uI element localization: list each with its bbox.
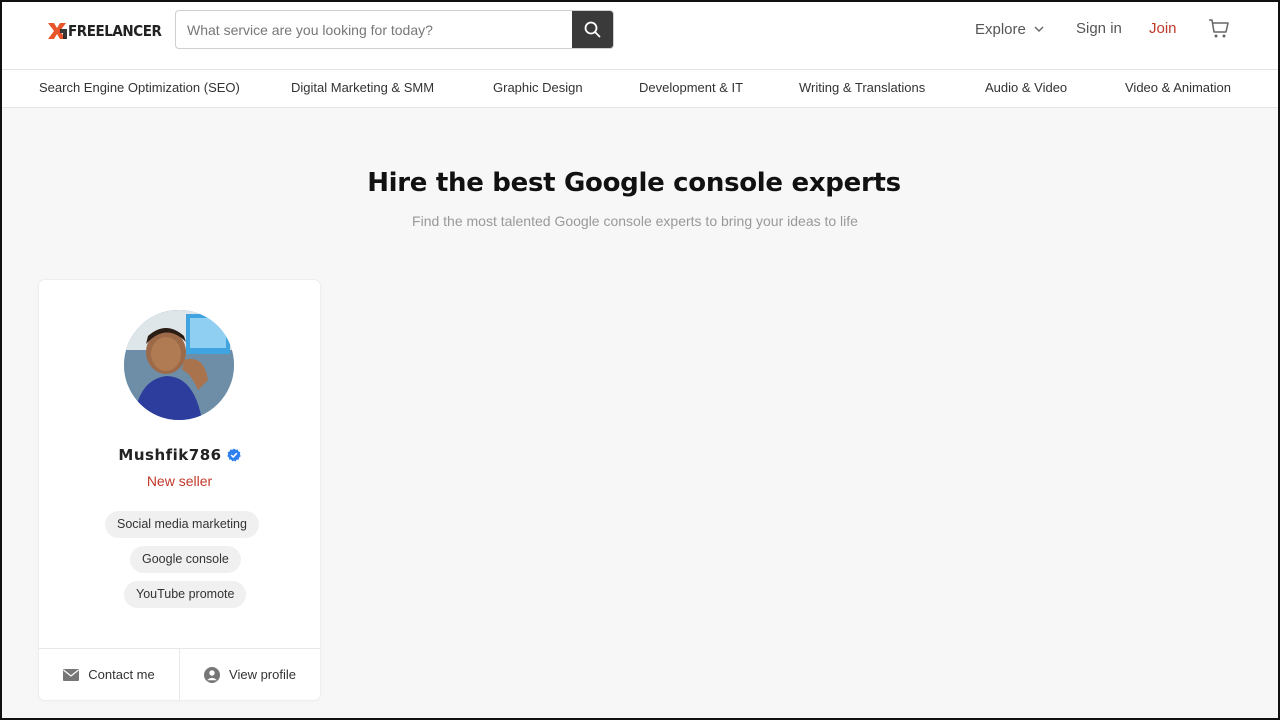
search-button[interactable] bbox=[572, 11, 613, 48]
join-link[interactable]: Join bbox=[1149, 20, 1177, 38]
sign-in-link[interactable]: Sign in bbox=[1076, 20, 1122, 38]
search-icon bbox=[584, 21, 601, 38]
category-digital-marketing[interactable]: Digital Marketing & SMM bbox=[291, 80, 434, 95]
explore-menu[interactable]: Explore bbox=[975, 20, 1044, 38]
skill-tag[interactable]: Google console bbox=[130, 546, 241, 573]
seller-level: New seller bbox=[146, 473, 213, 489]
chevron-down-icon bbox=[1034, 26, 1044, 32]
cart-icon[interactable] bbox=[1208, 18, 1230, 40]
category-video-animation[interactable]: Video & Animation bbox=[1125, 80, 1231, 95]
seller-name-row: Mushfik786 bbox=[39, 446, 320, 464]
page-title: Hire the best Google console experts bbox=[367, 168, 901, 198]
verified-check-icon bbox=[226, 448, 241, 462]
category-nav: Search Engine Optimization (SEO) Digital… bbox=[0, 70, 1280, 108]
seller-name[interactable]: Mushfik786 bbox=[118, 446, 221, 464]
avatar[interactable] bbox=[124, 310, 234, 420]
category-seo[interactable]: Search Engine Optimization (SEO) bbox=[39, 80, 240, 95]
skill-tag[interactable]: YouTube promote bbox=[124, 581, 247, 608]
search-bar bbox=[175, 10, 614, 49]
seller-card[interactable]: Mushfik786 New seller Social media marke… bbox=[39, 280, 320, 700]
view-profile-label: View profile bbox=[229, 667, 296, 682]
category-audio-video[interactable]: Audio & Video bbox=[985, 80, 1067, 95]
skill-tag[interactable]: Social media marketing bbox=[105, 511, 259, 538]
view-profile-button[interactable]: View profile bbox=[179, 649, 320, 700]
search-input[interactable] bbox=[176, 11, 572, 48]
category-graphic-design[interactable]: Graphic Design bbox=[493, 80, 583, 95]
avatar-image bbox=[124, 310, 234, 420]
site-header: FREELANCER Explore Sign in Join bbox=[0, 0, 1280, 70]
category-writing[interactable]: Writing & Translations bbox=[799, 80, 925, 95]
card-actions: Contact me View profile bbox=[39, 648, 320, 700]
logo-text: FREELANCER bbox=[68, 22, 162, 40]
user-circle-icon bbox=[204, 666, 221, 683]
category-development[interactable]: Development & IT bbox=[639, 80, 743, 95]
logo-mark-icon bbox=[48, 23, 67, 39]
explore-label: Explore bbox=[975, 20, 1026, 38]
envelope-icon bbox=[63, 668, 80, 681]
contact-me-label: Contact me bbox=[88, 667, 155, 682]
page-subtitle: Find the most talented Google console ex… bbox=[412, 213, 858, 229]
contact-me-button[interactable]: Contact me bbox=[39, 649, 179, 700]
site-logo[interactable]: FREELANCER bbox=[46, 19, 172, 43]
